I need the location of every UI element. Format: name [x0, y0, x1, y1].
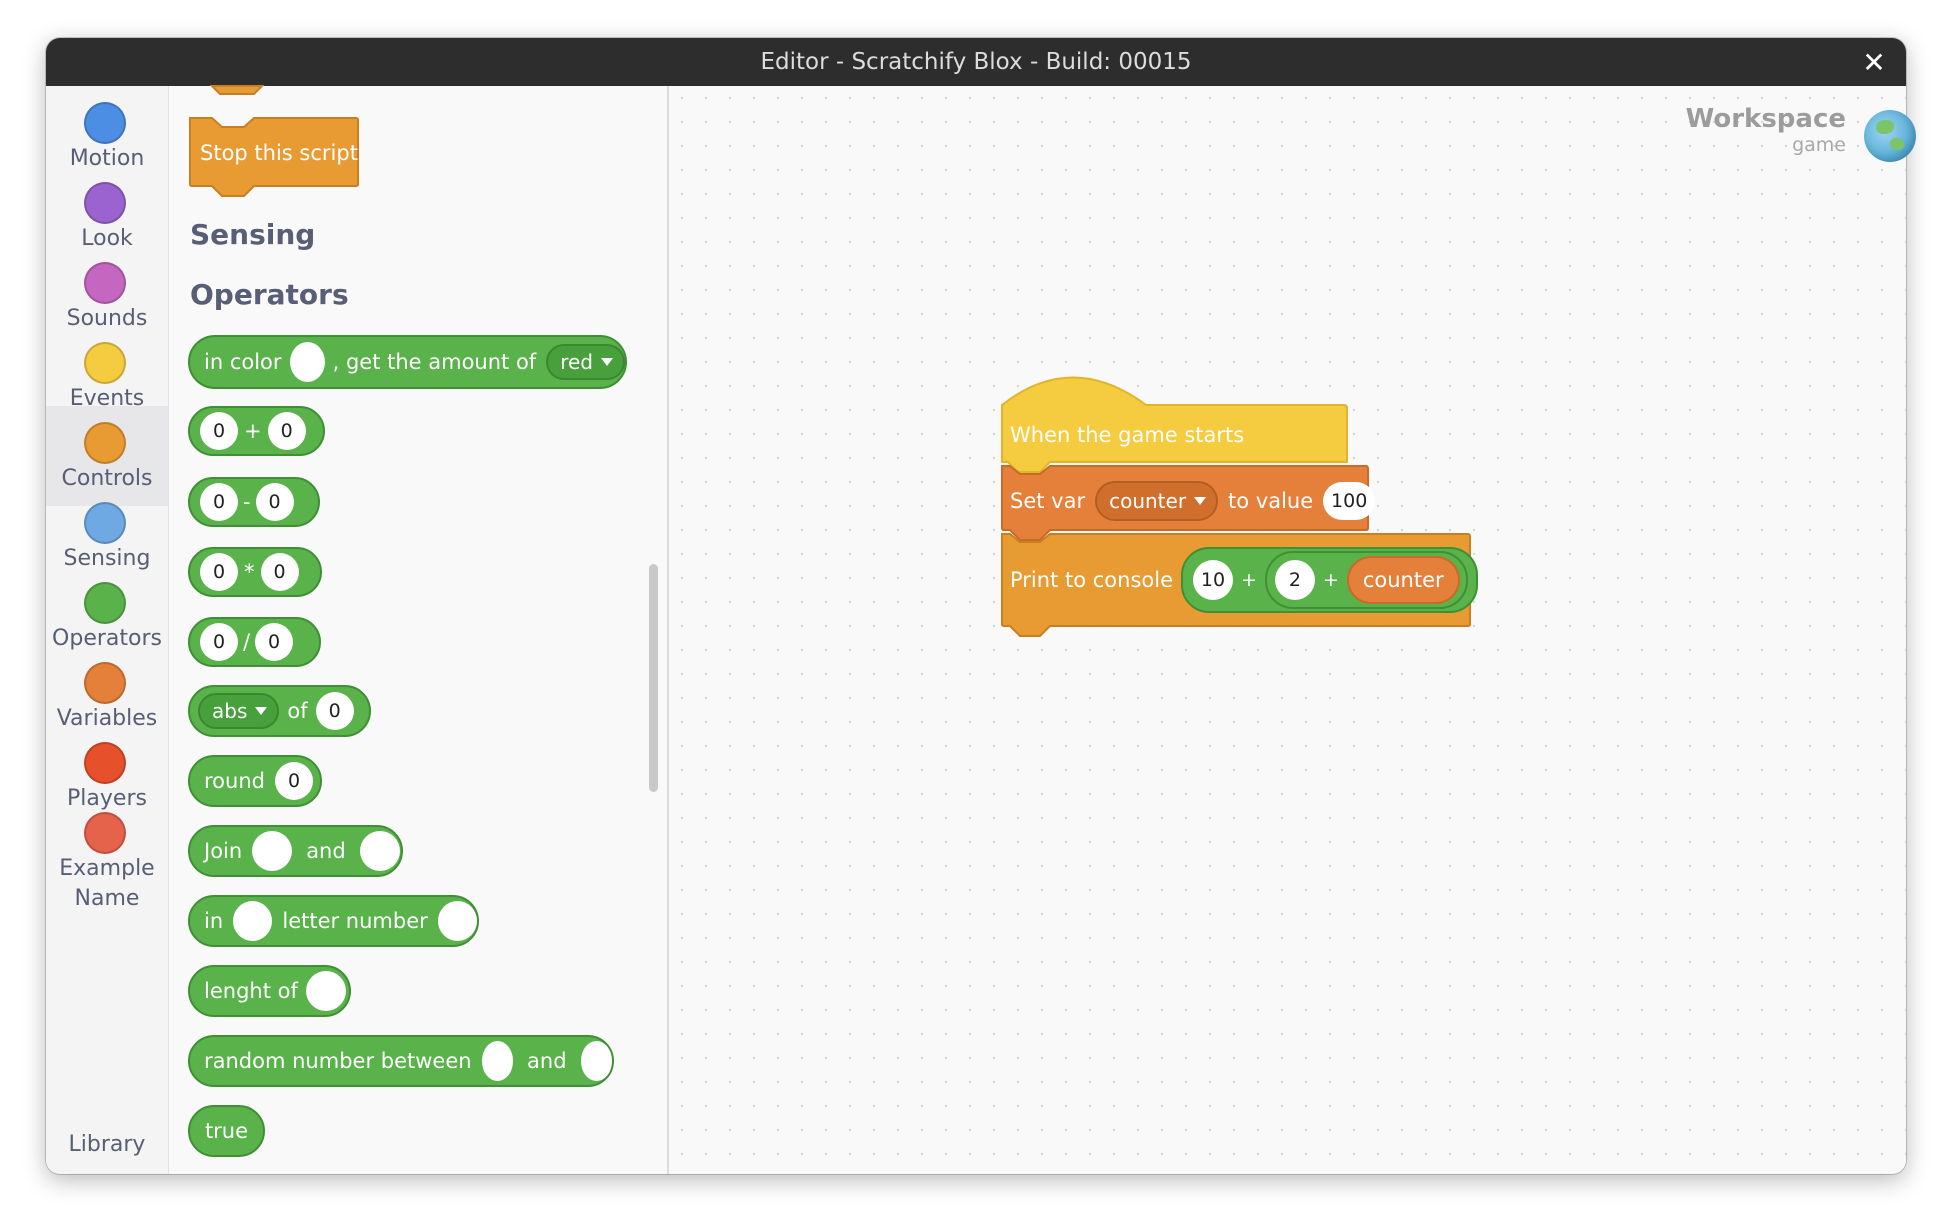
sensing-header: Sensing	[190, 218, 316, 251]
print-block[interactable]: Print to console 10 + 2 + counter	[1010, 544, 1478, 616]
sub-right-input[interactable]: 0	[255, 483, 294, 521]
chevron-down-icon	[601, 358, 613, 366]
join-block[interactable]: Join and	[188, 825, 403, 877]
abs-value-input[interactable]: 0	[315, 692, 354, 730]
palette-scrollbar[interactable]	[649, 564, 658, 792]
multiply-operator-block[interactable]: 0 * 0	[188, 547, 322, 597]
length-label: lenght of	[204, 979, 298, 1003]
second-plus-label: +	[1322, 569, 1339, 591]
mul-operator-label: *	[244, 560, 255, 584]
example-name-dot-icon	[84, 812, 126, 854]
controls-dot-icon	[84, 422, 126, 464]
print-first-number[interactable]: 10	[1193, 560, 1233, 600]
true-block[interactable]: true	[188, 1105, 265, 1157]
color-prefix-label: in color	[204, 350, 282, 374]
set-var-label: Set var	[1010, 489, 1086, 513]
true-label: true	[204, 1119, 249, 1143]
length-text-input[interactable]	[305, 971, 346, 1011]
counter-variable-reporter[interactable]: counter	[1346, 556, 1460, 604]
sub-left-input[interactable]: 0	[200, 483, 238, 521]
random-label: random number between	[204, 1049, 472, 1073]
div-operator-label: /	[243, 630, 251, 654]
sounds-dot-icon	[84, 262, 126, 304]
sensing-dot-icon	[84, 502, 126, 544]
divide-operator-block[interactable]: 0 / 0	[188, 617, 321, 667]
variable-name: counter	[1109, 489, 1187, 513]
globe-icon[interactable]	[1864, 110, 1916, 162]
variables-dot-icon	[84, 662, 126, 704]
color-middle-label: , get the amount of	[332, 350, 537, 374]
length-of-block[interactable]: lenght of	[188, 965, 351, 1017]
abs-of-label: of	[287, 699, 308, 723]
join-first-input[interactable]	[252, 831, 293, 871]
join-second-input[interactable]	[359, 831, 400, 871]
category-label: Example Name	[59, 856, 155, 911]
window-title: Editor - Scratchify Blox - Build: 00015	[760, 49, 1192, 75]
operators-dot-icon	[84, 582, 126, 624]
operators-header: Operators	[190, 278, 349, 311]
mul-left-input[interactable]: 0	[200, 553, 238, 591]
abs-block[interactable]: abs of 0	[188, 685, 371, 737]
round-block[interactable]: round 0	[188, 755, 322, 807]
add-operator-block[interactable]: 0 + 0	[188, 406, 325, 456]
stop-script-block[interactable]: Stop this script	[200, 138, 358, 168]
events-dot-icon	[84, 342, 126, 384]
letter-index-input[interactable]	[437, 901, 477, 941]
color-channel-dropdown[interactable]: red	[546, 344, 625, 380]
color-input[interactable]	[289, 342, 325, 382]
letter-in-label: in	[204, 909, 224, 933]
random-number-block[interactable]: random number between and	[188, 1035, 614, 1087]
add-left-input[interactable]: 0	[200, 412, 238, 450]
color-amount-block[interactable]: in color , get the amount of red	[188, 335, 627, 389]
library-button[interactable]: Library	[46, 1132, 168, 1157]
title-bar: Editor - Scratchify Blox - Build: 00015 …	[46, 38, 1906, 86]
chevron-down-icon	[255, 707, 268, 715]
div-right-input[interactable]: 0	[255, 623, 294, 661]
print-second-number[interactable]: 2	[1274, 560, 1315, 600]
set-var-block[interactable]: Set var counter to value 100	[1010, 480, 1376, 522]
workspace-canvas[interactable]	[670, 86, 1906, 1174]
hat-block-label[interactable]: When the game starts	[1010, 420, 1244, 450]
add-right-input[interactable]: 0	[267, 412, 306, 450]
look-dot-icon	[84, 182, 126, 224]
chevron-down-icon	[1194, 497, 1207, 505]
random-max-input[interactable]	[580, 1041, 612, 1081]
print-label: Print to console	[1010, 568, 1173, 592]
subtract-operator-block[interactable]: 0 - 0	[188, 477, 320, 527]
round-value-input[interactable]: 0	[274, 762, 313, 800]
workspace-subtitle: game	[1792, 134, 1846, 156]
close-icon[interactable]: ✕	[1858, 46, 1890, 79]
players-dot-icon	[84, 742, 126, 784]
outer-add-reporter[interactable]: 10 + 2 + counter	[1181, 547, 1478, 613]
join-label: Join	[204, 839, 243, 863]
letter-of-block[interactable]: in letter number	[188, 895, 479, 947]
color-channel-value: red	[560, 350, 593, 374]
random-and-label: and	[527, 1049, 567, 1073]
sub-operator-label: -	[243, 490, 251, 514]
round-label: round	[204, 769, 265, 793]
motion-dot-icon	[84, 102, 126, 144]
join-and-label: and	[306, 839, 346, 863]
random-min-input[interactable]	[481, 1041, 514, 1081]
category-sidebar: Motion Look Sounds Events Controls Sensi…	[46, 86, 169, 1174]
to-value-label: to value	[1228, 489, 1314, 513]
first-plus-label: +	[1241, 569, 1257, 591]
div-left-input[interactable]: 0	[200, 623, 238, 661]
workspace-title: Workspace	[1685, 104, 1846, 134]
add-operator-label: +	[244, 419, 262, 443]
math-function-dropdown[interactable]: abs	[198, 693, 280, 729]
letter-number-label: letter number	[282, 909, 428, 933]
set-value-input[interactable]: 100	[1323, 482, 1376, 520]
category-example-name[interactable]: Example Name	[46, 810, 168, 920]
inner-add-reporter[interactable]: 2 + counter	[1264, 551, 1468, 609]
math-function-value: abs	[212, 699, 248, 723]
letter-text-input[interactable]	[233, 901, 273, 941]
variable-dropdown[interactable]: counter	[1095, 481, 1219, 521]
mul-right-input[interactable]: 0	[260, 553, 299, 591]
